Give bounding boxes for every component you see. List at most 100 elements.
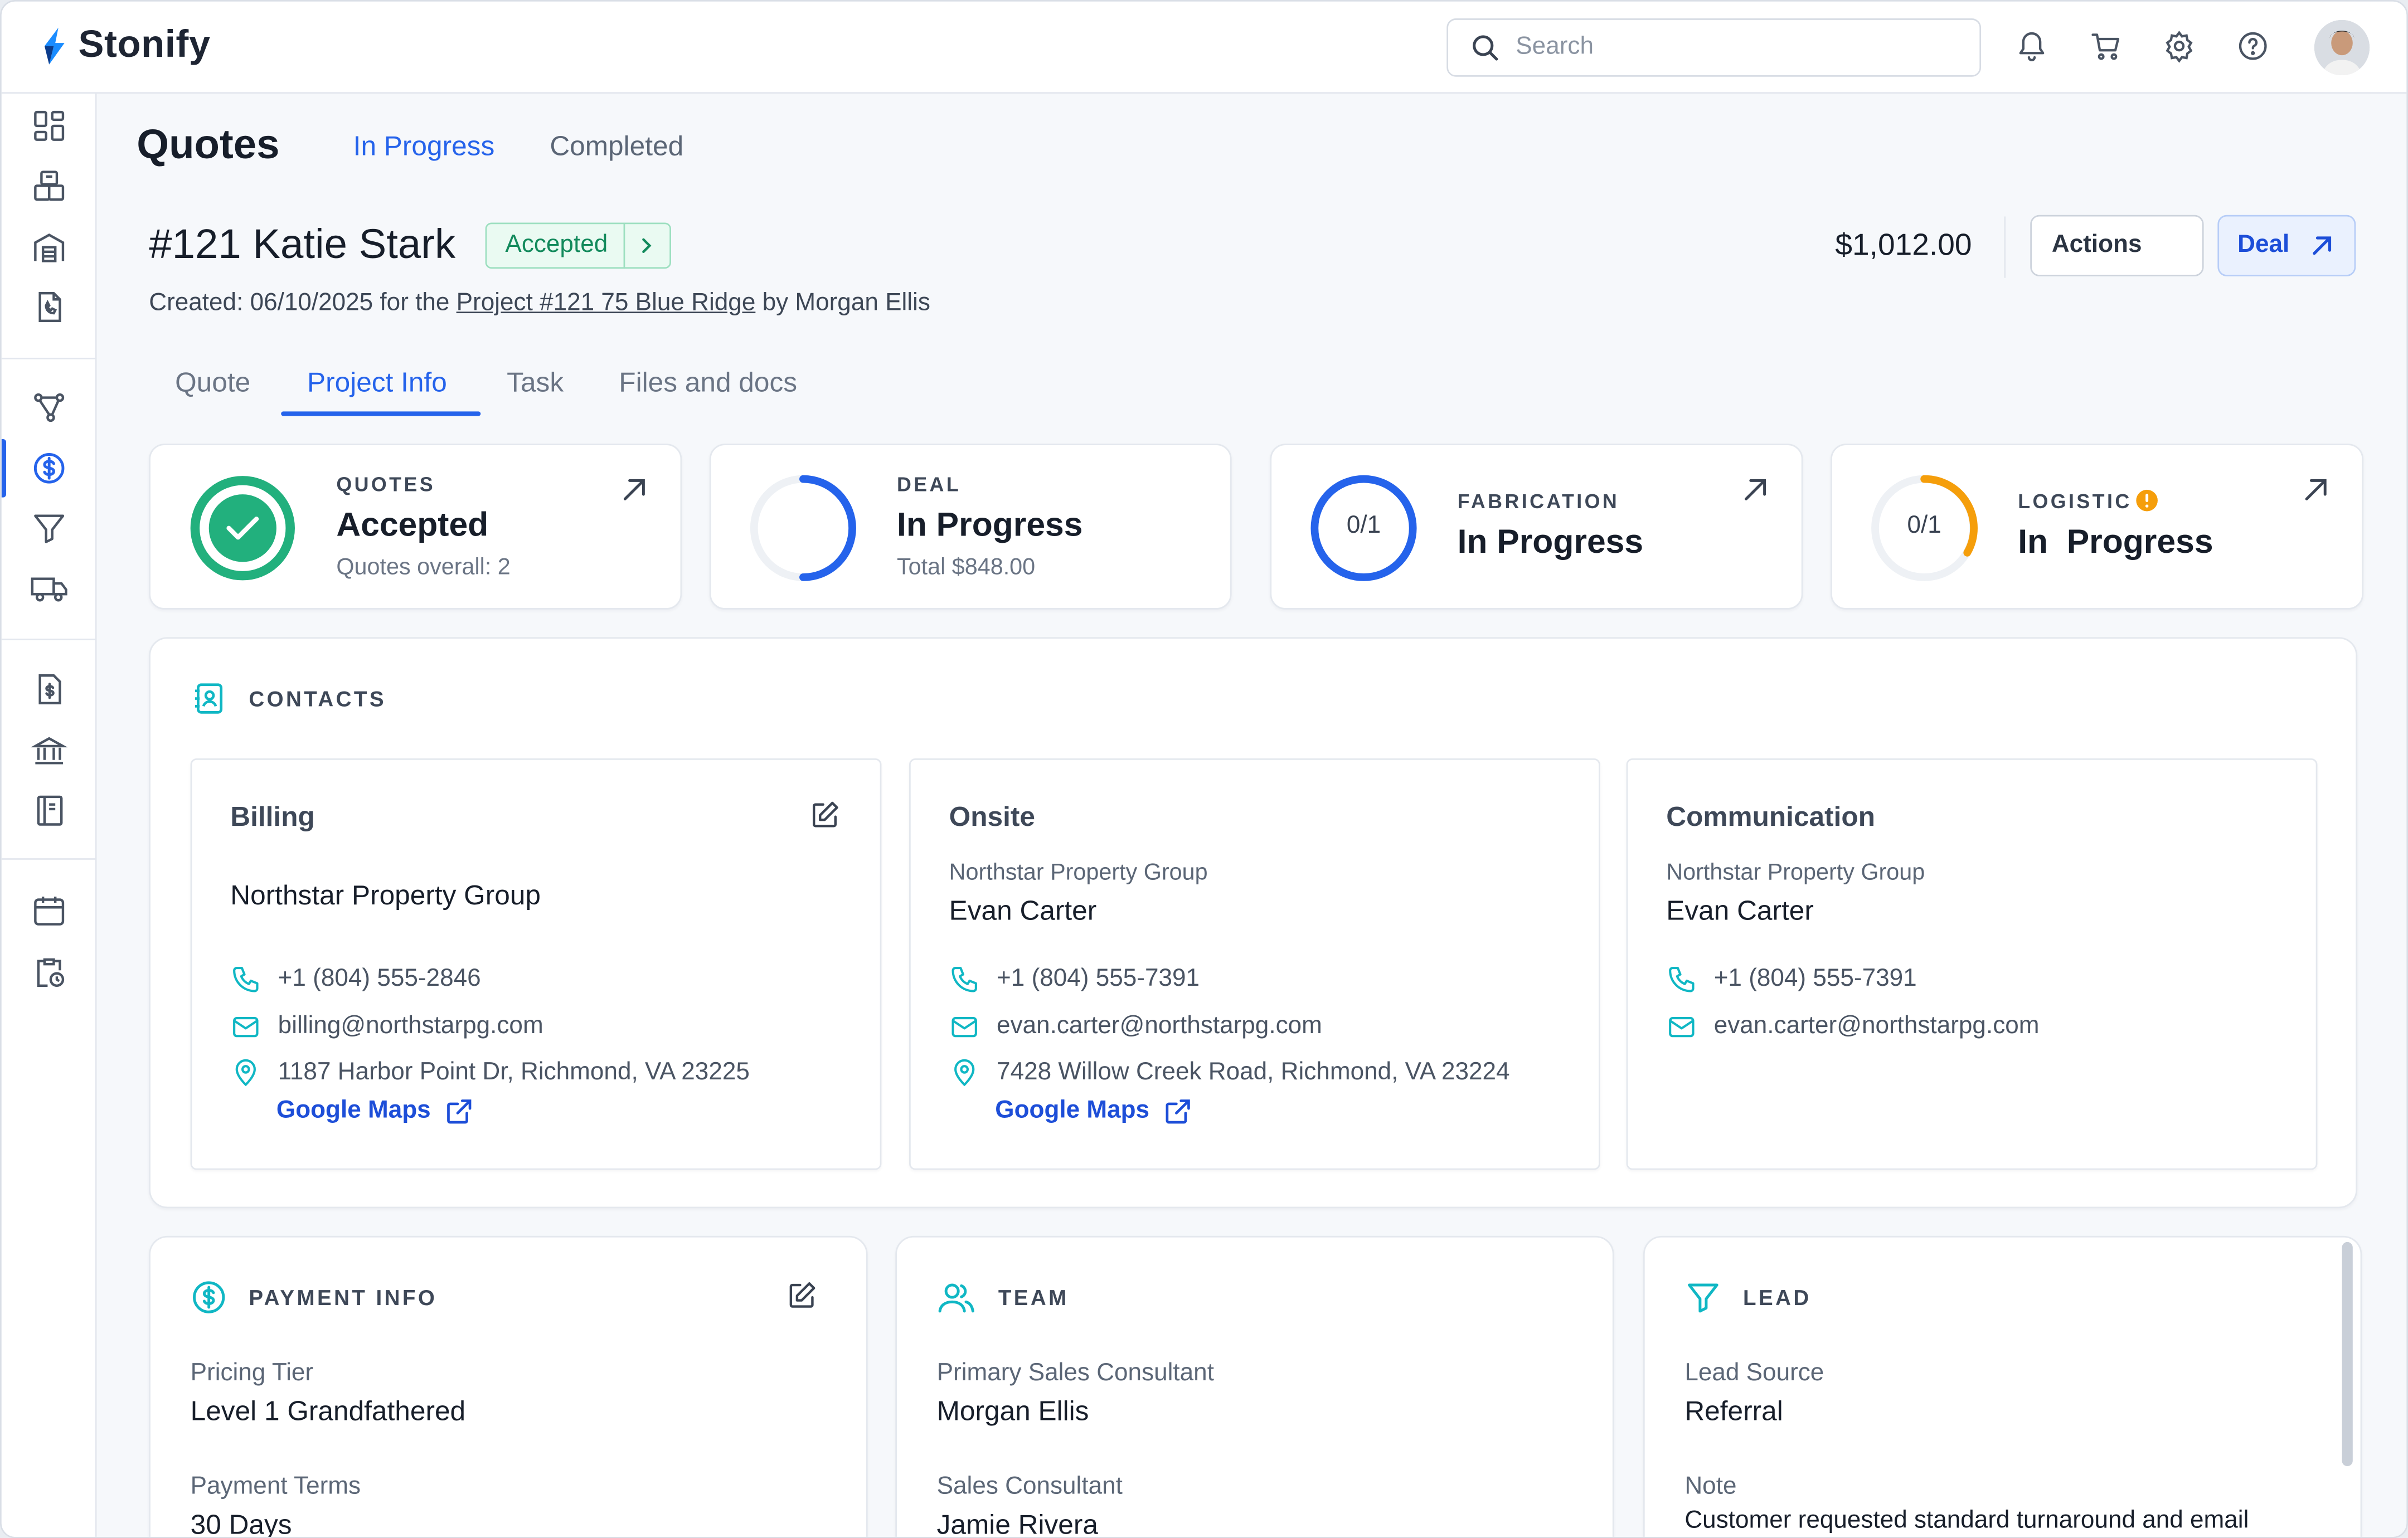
status-badge[interactable]: Accepted xyxy=(485,222,671,269)
primary-consultant-label: Primary Sales Consultant xyxy=(936,1360,1214,1386)
sidebar-item-logistics[interactable] xyxy=(29,568,69,608)
section-label: TEAM xyxy=(998,1285,1069,1310)
google-maps-link[interactable]: Google Maps xyxy=(995,1098,1192,1126)
sidebar-divider xyxy=(1,639,97,640)
scrollbar[interactable] xyxy=(2342,1242,2353,1467)
contact-email-text: billing@northstarpg.com xyxy=(278,1013,543,1040)
contact-phone[interactable]: +1 (804) 555-7391 xyxy=(1666,964,1917,995)
arrow-up-right-icon[interactable] xyxy=(2302,476,2330,504)
logo[interactable]: Stonify xyxy=(38,23,211,67)
invoice-icon xyxy=(38,674,61,705)
project-link[interactable]: Project #121 75 Blue Ridge xyxy=(457,290,756,317)
avatar[interactable] xyxy=(2314,20,2370,75)
sidebar-active-indicator xyxy=(1,439,7,498)
status-badge-label: Accepted xyxy=(505,232,608,258)
contact-card-title: Communication xyxy=(1666,801,1876,833)
tab-completed[interactable]: Completed xyxy=(550,130,683,163)
sidebar-item-invoices[interactable] xyxy=(29,669,69,709)
app-window: Stonify Search Quotes In Progress Comple… xyxy=(0,0,2408,1538)
filter-icon xyxy=(1688,1283,1718,1313)
actions-button[interactable]: Actions xyxy=(2030,215,2204,276)
edit-icon[interactable] xyxy=(787,1281,817,1311)
subtab-task[interactable]: Task xyxy=(507,367,564,399)
deal-label: Deal xyxy=(2237,232,2290,258)
clipboard-clock-icon xyxy=(37,958,65,987)
sales-consultant-label: Sales Consultant xyxy=(936,1473,1123,1500)
subtab-active-indicator xyxy=(281,411,481,416)
lead-section: LEAD Lead Source Referral Note Customer … xyxy=(1643,1235,2362,1537)
contact-email[interactable]: evan.carter@northstarpg.com xyxy=(949,1012,1322,1043)
tab-in-progress[interactable]: In Progress xyxy=(353,130,495,163)
gear-icon[interactable] xyxy=(2162,29,2196,63)
contact-address-text: 7428 Willow Creek Road, Richmond, VA 232… xyxy=(997,1059,1510,1086)
search-icon xyxy=(1473,35,1498,61)
deal-button[interactable]: Deal xyxy=(2217,215,2356,276)
contact-company: Northstar Property Group xyxy=(230,879,541,911)
contact-email[interactable]: evan.carter@northstarpg.com xyxy=(1666,1012,2039,1043)
note-value: Customer requested standard turnaround a… xyxy=(1684,1507,2249,1534)
section-label: CONTACTS xyxy=(249,686,387,711)
stat-label: DEAL xyxy=(896,473,962,496)
sidebar-item-warehouse[interactable] xyxy=(29,227,69,267)
phone-icon xyxy=(233,967,259,992)
bell-icon[interactable] xyxy=(2015,29,2049,63)
sidebar-divider xyxy=(1,357,97,359)
subtab-files-and-docs[interactable]: Files and docs xyxy=(619,367,797,399)
sidebar-item-documents[interactable] xyxy=(29,287,69,327)
subtab-quote[interactable]: Quote xyxy=(175,367,250,399)
payment-terms-label: Payment Terms xyxy=(190,1473,361,1500)
stat-label: QUOTES xyxy=(336,473,436,496)
contact-card-title: Onsite xyxy=(949,801,1035,833)
sidebar-item-inventory[interactable] xyxy=(29,166,69,206)
phone-icon xyxy=(951,967,977,992)
google-maps-link[interactable]: Google Maps xyxy=(276,1098,474,1126)
search-box[interactable] xyxy=(1446,18,1982,77)
note-label: Note xyxy=(1684,1473,1737,1500)
contact-address-text: 1187 Harbor Point Dr, Richmond, VA 23225 xyxy=(278,1059,750,1086)
sidebar-item-dashboard[interactable] xyxy=(29,106,69,146)
lead-source-value: Referral xyxy=(1684,1395,1783,1427)
contact-email[interactable]: billing@northstarpg.com xyxy=(230,1012,543,1043)
external-link-icon xyxy=(1166,1099,1191,1124)
contact-phone[interactable]: +1 (804) 555-2846 xyxy=(230,964,481,995)
stat-card-deal[interactable]: DEAL In Progress Total $848.00 xyxy=(709,444,1232,610)
dollar-circle-icon xyxy=(33,453,65,484)
filter-icon xyxy=(34,514,65,543)
arrow-up-right-icon[interactable] xyxy=(620,476,648,504)
stat-card-logistic[interactable]: 0/1 LOGISTIC In Progress xyxy=(1831,444,2364,610)
section-label: PAYMENT INFO xyxy=(249,1285,438,1310)
warehouse-icon xyxy=(34,233,65,262)
sidebar-item-workflow[interactable] xyxy=(29,387,69,427)
sidebar-item-leads[interactable] xyxy=(29,508,69,548)
search-input[interactable] xyxy=(1516,33,1946,62)
page-title: Quotes xyxy=(137,121,280,168)
contact-phone[interactable]: +1 (804) 555-7391 xyxy=(949,964,1200,995)
section-label: LEAD xyxy=(1743,1285,1812,1310)
contact-name: Evan Carter xyxy=(1666,895,1814,926)
sidebar-item-bank[interactable] xyxy=(29,731,69,771)
stat-card-quotes[interactable]: QUOTES Accepted Quotes overall: 2 xyxy=(149,444,682,610)
ring-text: 0/1 xyxy=(1907,513,1941,539)
contact-card-title: Billing xyxy=(230,801,315,833)
sidebar-item-quotes[interactable] xyxy=(29,448,69,488)
main-content: Quotes In Progress Completed #121 Katie … xyxy=(96,94,2407,1538)
contact-email-text: evan.carter@northstarpg.com xyxy=(1713,1013,2040,1040)
sidebar-item-calendar[interactable] xyxy=(29,890,69,931)
arrow-up-right-icon[interactable] xyxy=(1741,476,1769,504)
subtab-project-info[interactable]: Project Info xyxy=(307,367,447,399)
help-icon[interactable] xyxy=(2236,29,2270,63)
quote-title: #121 Katie Stark xyxy=(149,221,456,267)
payment-terms-value: 30 Days xyxy=(190,1509,292,1538)
sidebar-divider xyxy=(1,858,97,860)
cart-icon[interactable] xyxy=(2089,29,2123,63)
stat-value: In Progress xyxy=(896,505,1083,544)
mail-icon xyxy=(951,1017,977,1038)
phone-document-icon xyxy=(38,292,61,323)
stat-card-fabrication[interactable]: 0/1 FABRICATION In Progress xyxy=(1270,444,1803,610)
quotes-progress-ring xyxy=(190,476,295,581)
contact-phone-text: +1 (804) 555-7391 xyxy=(1713,965,1917,992)
location-pin-icon xyxy=(954,1059,975,1087)
sidebar-item-catalog[interactable] xyxy=(29,791,69,831)
sidebar-item-tasks[interactable] xyxy=(29,952,69,992)
edit-icon[interactable] xyxy=(809,800,840,830)
